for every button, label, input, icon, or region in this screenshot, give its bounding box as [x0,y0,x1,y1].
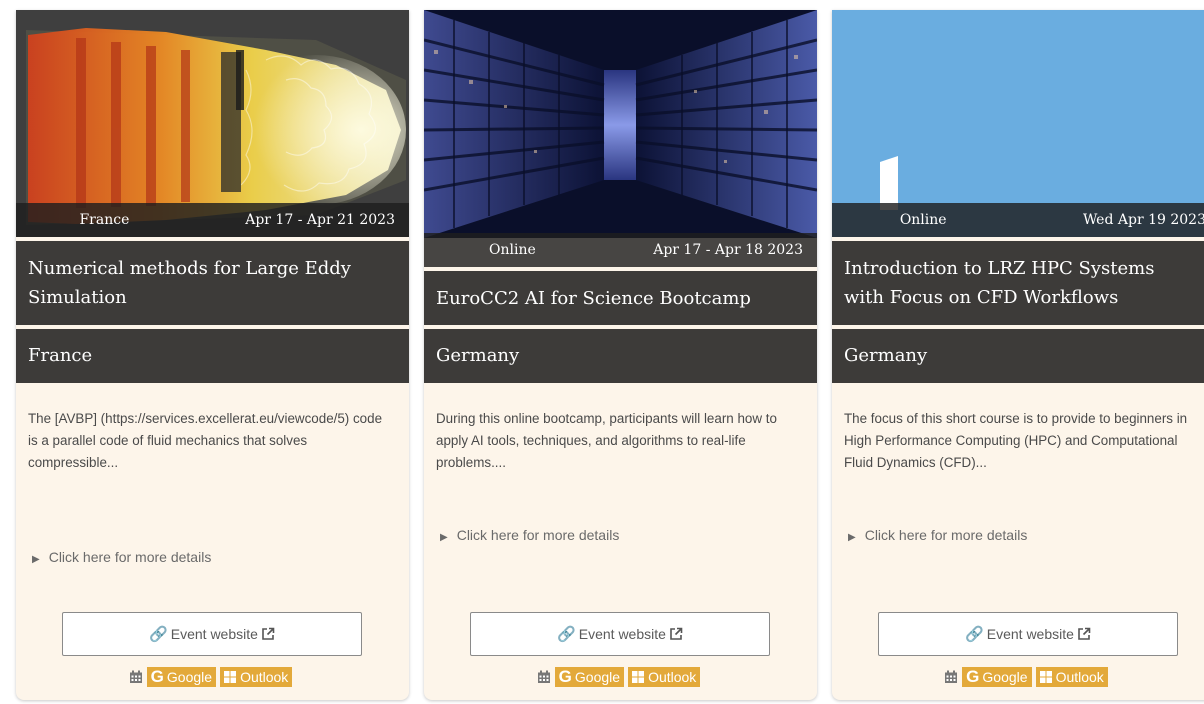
outlook-calendar-button[interactable]: Outlook [628,667,701,687]
add-to-calendar-row: G Google Outlook [424,667,817,687]
more-details-label: Click here for more details [48,549,212,565]
google-calendar-button[interactable]: G Google [554,667,625,687]
google-icon: G [150,667,164,686]
calendar-icon [945,670,958,683]
disclosure-triangle-icon: ▶ [32,554,40,565]
calendar-icon [129,670,142,683]
event-country: Germany [436,345,520,366]
more-details-toggle[interactable]: ▶ Click here for more details [32,549,211,565]
link-icon: 🔗 [965,626,984,643]
external-link-icon [262,627,275,640]
event-country-bar: Germany [832,329,1204,383]
more-details-toggle[interactable]: ▶ Click here for more details [848,527,1027,543]
windows-icon [224,671,237,683]
event-description: The [AVBP] (https://services.excellerat.… [28,411,383,470]
event-website-button[interactable]: 🔗 Event website [62,612,362,656]
event-website-label: Event website [578,626,666,642]
google-calendar-button[interactable]: G Google [962,667,1032,687]
event-title: Introduction to LRZ HPC Systems with Foc… [844,258,1155,308]
event-country-bar: Germany [424,329,817,383]
calendar-icon [537,670,550,683]
event-meta-bar: France Apr 17 - Apr 21 2023 [16,203,409,237]
add-to-calendar-row: G Google Outlook [16,667,409,687]
event-title-bar: EuroCC2 AI for Science Bootcamp [424,271,817,325]
external-link-icon [1078,627,1091,640]
event-title: EuroCC2 AI for Science Bootcamp [436,287,751,309]
event-title-bar: Introduction to LRZ HPC Systems with Foc… [832,241,1204,325]
event-description: During this online bootcamp, participant… [436,411,777,470]
event-meta-bar: Online Wed Apr 19 2023 [832,203,1204,237]
event-website-label: Event website [986,626,1074,642]
windows-icon [632,671,645,683]
event-meta-bar: Online Apr 17 - Apr 18 2023 [424,233,817,267]
google-icon: G [966,667,980,686]
external-link-icon [670,627,683,640]
event-image-datacenter [424,10,817,238]
outlook-calendar-button[interactable]: Outlook [220,667,293,687]
event-location: France [79,212,130,228]
outlook-calendar-button[interactable]: Outlook [1035,667,1108,687]
add-to-calendar-row: G Google Outlook [838,667,1204,687]
event-dates: Apr 17 - Apr 21 2023 [245,212,395,228]
event-website-label: Event website [170,626,258,642]
event-website-button[interactable]: 🔗 Event website [470,612,770,656]
windows-icon [1039,671,1052,683]
link-icon: 🔗 [557,626,576,643]
more-details-label: Click here for more details [456,527,620,543]
more-details-toggle[interactable]: ▶ Click here for more details [440,527,619,543]
event-country: Germany [844,345,928,366]
event-dates: Wed Apr 19 2023 [1082,212,1204,228]
google-icon: G [558,667,572,686]
event-card-1: France Apr 17 - Apr 21 2023 Numerical me… [16,10,409,700]
event-country: France [28,345,93,366]
link-icon: 🔗 [149,626,168,643]
disclosure-triangle-icon: ▶ [440,532,448,543]
event-dates: Apr 17 - Apr 18 2023 [653,242,803,258]
event-description: The focus of this short course is to pro… [844,411,1188,470]
event-card-2: Online Apr 17 - Apr 18 2023 EuroCC2 AI f… [424,10,817,700]
event-website-button[interactable]: 🔗 Event website [878,612,1178,656]
event-title-bar: Numerical methods for Large Eddy Simulat… [16,241,409,325]
disclosure-triangle-icon: ▶ [848,532,856,543]
event-card-3: Online Wed Apr 19 2023 Introduction to L… [832,10,1204,700]
event-location: Online [489,242,536,258]
event-country-bar: France [16,329,409,383]
event-title: Numerical methods for Large Eddy Simulat… [28,258,351,308]
event-location: Online [899,212,947,228]
more-details-label: Click here for more details [864,527,1028,543]
google-calendar-button[interactable]: G Google [146,667,217,687]
